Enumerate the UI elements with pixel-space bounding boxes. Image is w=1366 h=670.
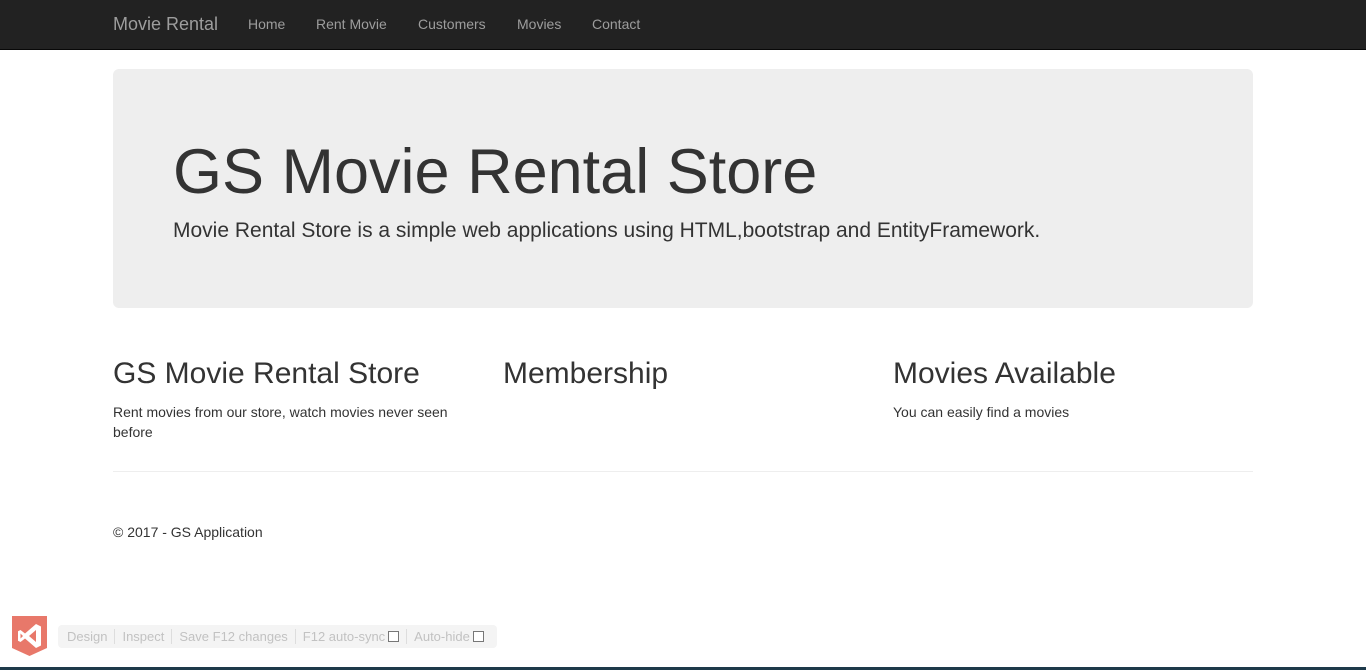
navbar-brand[interactable]: Movie Rental xyxy=(113,14,218,34)
column-store-text: Rent movies from our store, watch movies… xyxy=(113,404,448,440)
auto-hide-toggle[interactable]: Auto-hide xyxy=(407,629,491,644)
f12-auto-sync-checkbox[interactable] xyxy=(388,631,400,642)
jumbotron: GS Movie Rental Store Movie Rental Store… xyxy=(113,69,1253,308)
column-membership: Membership xyxy=(503,356,863,402)
jumbotron-lead: Movie Rental Store is a simple web appli… xyxy=(173,219,1041,242)
column-movies-available: Movies Available You can easily find a m… xyxy=(893,356,1253,422)
jumbotron-title: GS Movie Rental Store xyxy=(173,137,818,207)
save-f12-changes-button[interactable]: Save F12 changes xyxy=(172,629,294,644)
column-movies-available-text: You can easily find a movies xyxy=(893,404,1070,420)
design-button[interactable]: Design xyxy=(60,629,114,644)
f12-auto-sync-label: F12 auto-sync xyxy=(302,629,386,644)
nav-link-movies[interactable]: Movies xyxy=(517,16,561,32)
nav-link-customers[interactable]: Customers xyxy=(418,16,486,32)
nav-link-contact[interactable]: Contact xyxy=(592,16,640,32)
auto-hide-checkbox[interactable] xyxy=(472,631,484,642)
visual-studio-icon[interactable] xyxy=(12,616,47,656)
footer-copyright: © 2017 - GS Application xyxy=(113,524,263,540)
browser-link-bar: Design Inspect Save F12 changes F12 auto… xyxy=(58,625,497,648)
column-store: GS Movie Rental Store Rent movies from o… xyxy=(113,356,473,442)
column-membership-heading: Membership xyxy=(503,357,669,390)
f12-auto-sync-toggle[interactable]: F12 auto-sync xyxy=(296,629,406,644)
nav-link-rent-movie[interactable]: Rent Movie xyxy=(316,16,387,32)
navbar: Movie Rental Home Rent Movie Customers M… xyxy=(0,0,1366,50)
auto-hide-label: Auto-hide xyxy=(414,629,470,644)
column-movies-available-heading: Movies Available xyxy=(893,357,1116,390)
inspect-button[interactable]: Inspect xyxy=(115,629,171,644)
divider xyxy=(113,471,1253,472)
column-store-heading: GS Movie Rental Store xyxy=(113,357,420,390)
nav-link-home[interactable]: Home xyxy=(248,16,285,32)
